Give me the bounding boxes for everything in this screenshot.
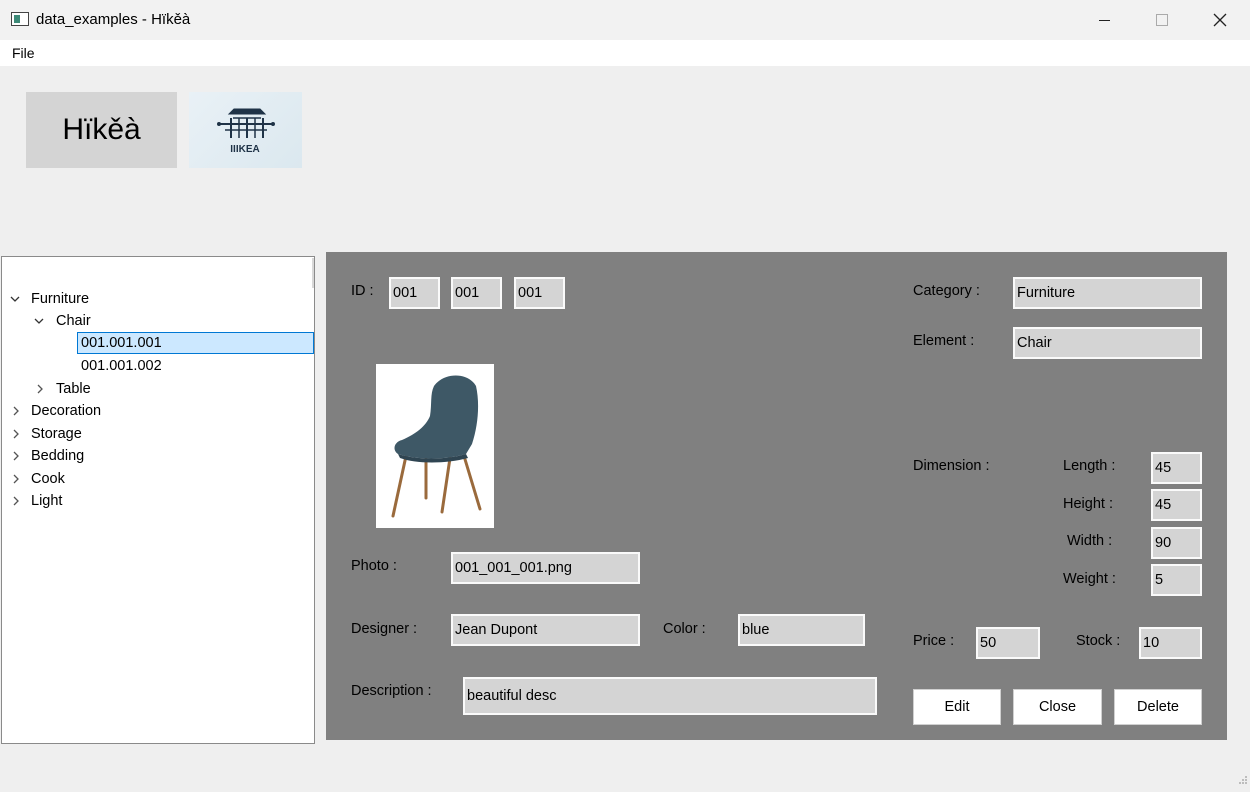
chevron-right-icon[interactable] xyxy=(10,445,22,467)
description-label: Description : xyxy=(351,683,432,699)
logo-text: IIIKEA xyxy=(230,144,259,155)
id-part-2-field[interactable]: 001 xyxy=(451,277,502,309)
photo-field[interactable]: 001_001_001.png xyxy=(451,552,640,584)
edit-button[interactable]: Edit xyxy=(913,689,1001,725)
tree-item-cook[interactable]: Cook xyxy=(31,468,65,490)
tree-item-decoration[interactable]: Decoration xyxy=(31,400,101,422)
id-label: ID : xyxy=(351,283,374,299)
close-icon xyxy=(1213,13,1227,27)
length-field[interactable]: 45 xyxy=(1151,452,1202,484)
logo-image: IIIKEA xyxy=(217,108,275,155)
height-label: Height : xyxy=(1063,496,1113,512)
photo-label: Photo : xyxy=(351,558,397,574)
chevron-right-icon[interactable] xyxy=(10,490,22,512)
minimize-button[interactable] xyxy=(1075,0,1133,40)
color-label: Color : xyxy=(663,621,706,637)
menu-bar: File xyxy=(0,40,1250,66)
tree-item-001-001-001[interactable]: 001.001.001 xyxy=(81,332,162,354)
tree-item-001-001-002[interactable]: 001.001.002 xyxy=(81,355,162,377)
weight-label: Weight : xyxy=(1063,571,1116,587)
element-label: Element : xyxy=(913,333,975,349)
stock-field[interactable]: 10 xyxy=(1139,627,1202,659)
close-button[interactable]: Close xyxy=(1013,689,1102,725)
chair-image xyxy=(391,375,482,518)
id-part-3-field[interactable]: 001 xyxy=(514,277,565,309)
window-title: data_examples - Hïkěà xyxy=(36,11,191,28)
tree-item-light[interactable]: Light xyxy=(31,490,62,512)
chevron-right-icon[interactable] xyxy=(10,468,22,490)
dimension-label: Dimension : xyxy=(913,458,990,474)
maximize-icon xyxy=(1156,14,1168,26)
price-field[interactable]: 50 xyxy=(976,627,1040,659)
tree-scrollbar[interactable] xyxy=(312,258,314,288)
tree-item-chair[interactable]: Chair xyxy=(56,310,91,332)
chevron-right-icon[interactable] xyxy=(34,378,46,400)
menu-file[interactable]: File xyxy=(11,44,36,62)
height-field[interactable]: 45 xyxy=(1151,489,1202,521)
element-field[interactable]: Chair xyxy=(1013,327,1202,359)
delete-button[interactable]: Delete xyxy=(1114,689,1202,725)
length-label: Length : xyxy=(1063,458,1116,474)
stock-label: Stock : xyxy=(1076,633,1121,649)
chevron-down-icon[interactable] xyxy=(33,310,45,332)
title-bar: data_examples - Hïkěà xyxy=(0,0,1250,40)
category-field[interactable]: Furniture xyxy=(1013,277,1202,309)
chevron-down-icon[interactable] xyxy=(9,288,21,310)
tree-item-storage[interactable]: Storage xyxy=(31,423,82,445)
chevron-right-icon[interactable] xyxy=(10,423,22,445)
product-photo xyxy=(376,364,494,528)
color-field[interactable]: blue xyxy=(738,614,865,646)
designer-label: Designer : xyxy=(351,621,418,637)
category-label: Category : xyxy=(913,283,980,299)
close-window-button[interactable] xyxy=(1191,0,1249,40)
weight-field[interactable]: 5 xyxy=(1151,564,1202,596)
tree-item-furniture[interactable]: Furniture xyxy=(31,288,89,310)
width-field[interactable]: 90 xyxy=(1151,527,1202,559)
tree-item-table[interactable]: Table xyxy=(56,378,91,400)
maximize-button[interactable] xyxy=(1133,0,1191,40)
id-part-1-field[interactable]: 001 xyxy=(389,277,440,309)
brand-logo: IIIKEA xyxy=(189,92,302,168)
price-label: Price : xyxy=(913,633,955,649)
minimize-icon xyxy=(1098,19,1110,21)
designer-field[interactable]: Jean Dupont xyxy=(451,614,640,646)
description-field[interactable]: beautiful desc xyxy=(463,677,877,715)
tree-item-bedding[interactable]: Bedding xyxy=(31,445,84,467)
chevron-right-icon[interactable] xyxy=(10,400,22,422)
resize-grip-icon[interactable] xyxy=(1236,774,1248,786)
width-label: Width : xyxy=(1067,533,1113,549)
app-icon xyxy=(11,12,29,26)
brand-title: Hïkěà xyxy=(26,92,177,168)
